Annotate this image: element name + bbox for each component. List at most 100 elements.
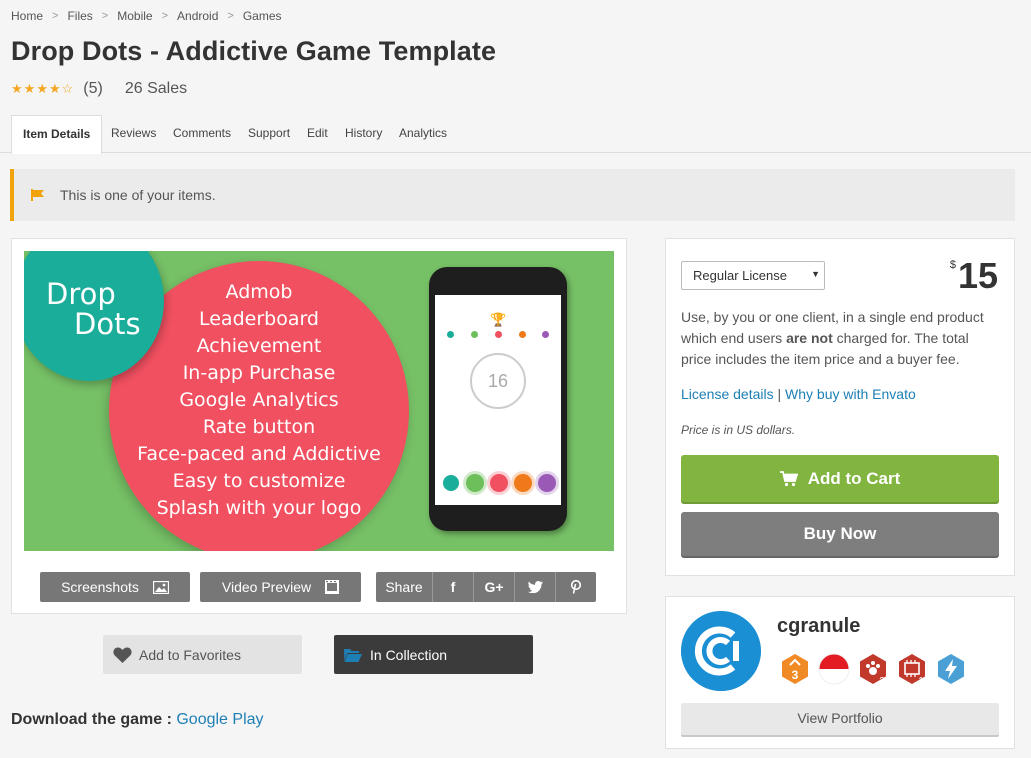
logo-line: Dots <box>74 307 141 341</box>
google-plus-icon: G+ <box>484 579 504 595</box>
google-plus-share-button[interactable]: G+ <box>474 572 515 602</box>
star-filled-icon: ★ <box>11 81 23 96</box>
dot-large <box>490 474 508 492</box>
score-display: 16 <box>470 353 526 409</box>
dot-small <box>495 331 502 338</box>
trophy-icon: 🏆 <box>490 312 507 327</box>
dot-large <box>443 475 459 491</box>
caret-down-icon: ▼ <box>811 269 820 279</box>
phone-mockup: 🏆 16 <box>429 267 567 531</box>
feature-item: Easy to customize <box>172 470 346 492</box>
author-name[interactable]: cgranule <box>777 615 860 638</box>
facebook-share-button[interactable]: f <box>433 572 474 602</box>
badge-count-text: 1 <box>918 676 924 685</box>
dot-small <box>471 331 478 338</box>
download-line: Download the game : Google Play <box>11 711 264 729</box>
badge-count-text: 3 <box>879 676 885 685</box>
sales-count: 26 Sales <box>124 80 188 97</box>
google-play-link[interactable]: Google Play <box>176 711 263 728</box>
view-portfolio-button[interactable]: View Portfolio <box>681 703 999 735</box>
lightning-badge-icon[interactable] <box>935 653 967 685</box>
game-logo: Drop Dots <box>46 279 141 339</box>
in-collection-button[interactable]: In Collection <box>334 635 533 674</box>
add-to-cart-label: Add to Cart <box>807 468 901 488</box>
star-filled-icon: ★ <box>36 81 48 96</box>
tab-reviews[interactable]: Reviews <box>111 126 156 140</box>
dot-large <box>514 474 532 492</box>
author-avatar[interactable] <box>681 611 761 691</box>
country-flag-badge-icon[interactable] <box>818 653 850 685</box>
add-to-favorites-button[interactable]: Add to Favorites <box>103 635 302 674</box>
feature-item: Google Analytics <box>179 389 339 411</box>
link-separator: | <box>777 386 782 402</box>
breadcrumb: Home > Files > Mobile > Android > Games <box>11 9 282 23</box>
page-title: Drop Dots - Addictive Game Template <box>11 36 497 66</box>
buy-now-label: Buy Now <box>803 524 877 543</box>
video-preview-label: Video Preview <box>221 579 312 595</box>
rating-row: ★ ★ ★ ★ ☆ (5) 26 Sales <box>11 80 187 98</box>
feature-item: Rate button <box>202 416 316 438</box>
folder-open-icon <box>344 648 362 662</box>
heart-icon <box>113 646 132 663</box>
item-preview-image[interactable]: Admob Leaderboard Achievement In-app Pur… <box>24 251 614 551</box>
why-buy-envato-link[interactable]: Why buy with Envato <box>785 386 916 402</box>
logo-line: Drop <box>46 277 116 311</box>
star-empty-icon: ☆ <box>61 81 74 96</box>
chevron-right-icon: > <box>52 10 59 22</box>
tab-item-details[interactable]: Item Details <box>11 115 103 154</box>
tab-edit[interactable]: Edit <box>307 126 328 140</box>
purchase-card: Regular License ▼ $15 Use, by you or one… <box>665 238 1015 576</box>
breadcrumb-mobile[interactable]: Mobile <box>117 9 152 23</box>
paw-badge-icon[interactable]: 3 <box>857 653 889 685</box>
rating-count[interactable]: (5) <box>83 80 103 98</box>
breadcrumb-android[interactable]: Android <box>177 9 218 23</box>
breadcrumb-home[interactable]: Home <box>11 9 43 23</box>
add-to-cart-button[interactable]: Add to Cart <box>681 455 999 502</box>
screenshots-label: Screenshots <box>61 579 139 595</box>
phone-screen: 🏆 16 <box>435 295 561 505</box>
pinterest-share-button[interactable] <box>556 572 596 602</box>
add-to-favorites-label: Add to Favorites <box>139 646 241 663</box>
star-filled-icon: ★ <box>48 81 61 96</box>
currency-symbol: $ <box>949 259 956 271</box>
chip-badge-icon[interactable]: 1 <box>896 653 928 685</box>
chevron-right-icon: > <box>161 10 169 22</box>
tab-support[interactable]: Support <box>248 126 290 140</box>
tab-comments[interactable]: Comments <box>173 126 231 140</box>
license-select[interactable]: Regular License ▼ <box>681 261 825 290</box>
feature-item: In-app Purchase <box>182 362 336 384</box>
feature-item: Face-paced and Addictive <box>137 443 381 465</box>
license-desc-bold: are not <box>786 330 833 346</box>
dot-small <box>542 331 549 338</box>
chevron-right-icon: > <box>101 10 109 22</box>
facebook-icon: f <box>450 579 456 595</box>
download-label: Download the game : <box>11 711 172 728</box>
buy-now-button[interactable]: Buy Now <box>681 512 999 556</box>
breadcrumb-files[interactable]: Files <box>67 9 92 23</box>
license-details-link[interactable]: License details <box>681 386 774 402</box>
image-icon <box>152 580 169 594</box>
cart-icon <box>779 470 798 486</box>
screenshots-button[interactable]: Screenshots <box>40 572 190 602</box>
tab-history[interactable]: History <box>345 126 382 140</box>
in-collection-label: In Collection <box>370 646 448 663</box>
chevron-right-icon: > <box>227 10 234 22</box>
star-filled-icon: ★ <box>23 81 36 96</box>
notice-text: This is one of your items. <box>60 187 216 203</box>
share-button[interactable]: Share <box>376 572 433 602</box>
dot-small <box>447 331 454 338</box>
author-level-badge-icon[interactable]: 3 <box>779 653 811 685</box>
breadcrumb-games[interactable]: Games <box>243 9 282 23</box>
price-note: Price is in US dollars. <box>681 423 796 437</box>
pinterest-icon <box>570 580 582 594</box>
twitter-share-button[interactable] <box>515 572 556 602</box>
film-icon <box>325 580 340 594</box>
video-preview-button[interactable]: Video Preview <box>200 572 361 602</box>
owner-notice: This is one of your items. <box>10 169 1015 221</box>
tab-analytics[interactable]: Analytics <box>399 126 447 140</box>
star-rating[interactable]: ★ ★ ★ ★ ☆ <box>11 81 73 97</box>
dot-large <box>538 474 556 492</box>
license-links: License details | Why buy with Envato <box>681 386 916 402</box>
item-price: $15 <box>950 255 998 297</box>
dot-small <box>519 331 526 338</box>
